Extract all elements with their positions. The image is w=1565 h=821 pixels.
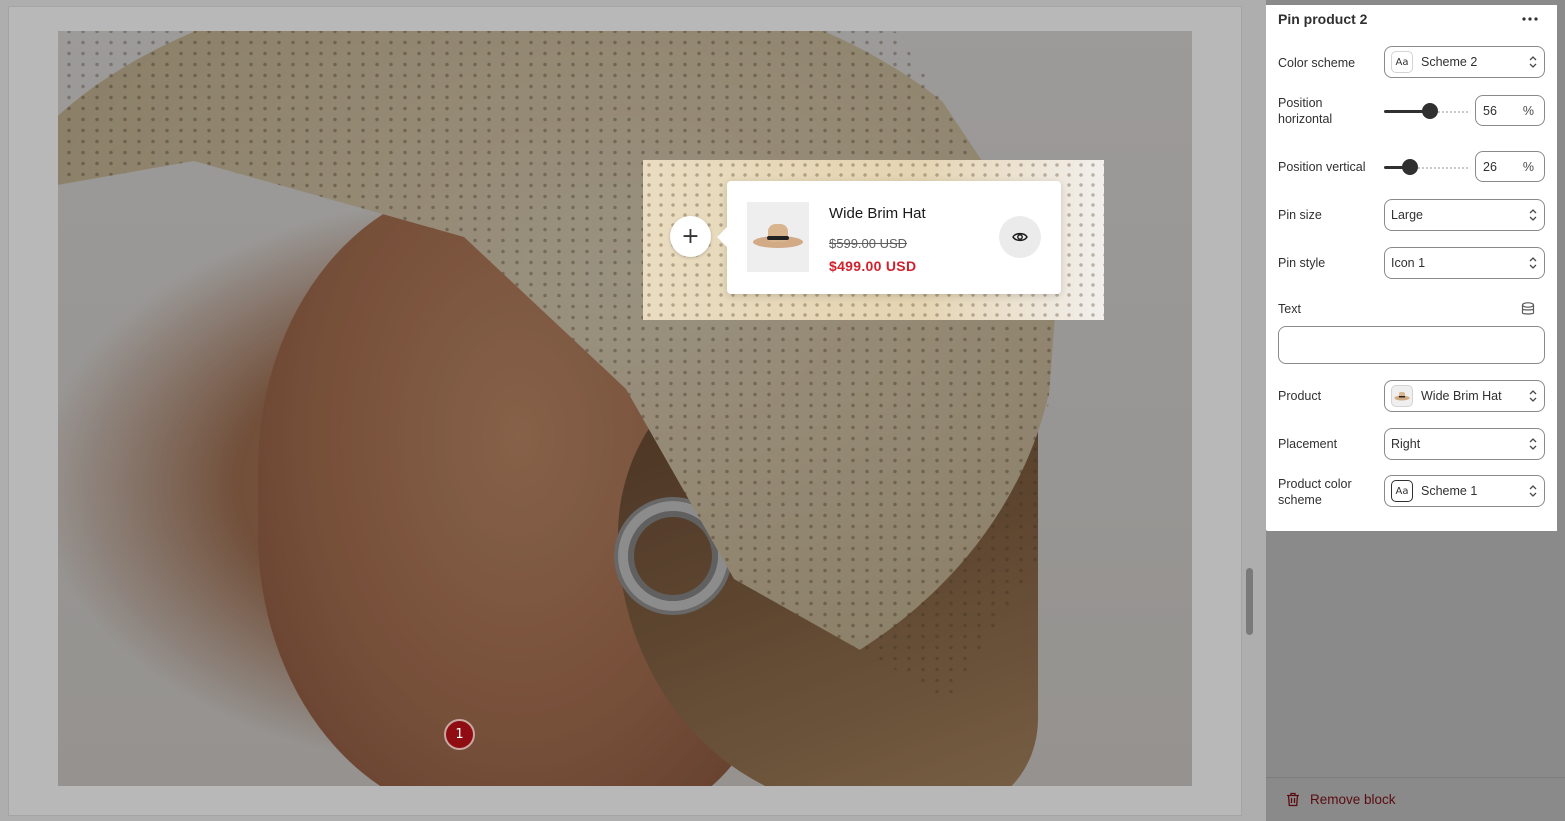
- percent-unit: %: [1522, 103, 1534, 118]
- block-settings-panel: Pin product 2 Color scheme Aa Scheme 2 P…: [1266, 5, 1557, 531]
- section-image[interactable]: [58, 31, 1192, 786]
- pin-style-label: Pin style: [1278, 256, 1326, 270]
- color-scheme-swatch-icon: Aa: [1391, 480, 1413, 502]
- placement-value: Right: [1391, 437, 1421, 451]
- preview-scrollbar-thumb[interactable]: [1246, 568, 1253, 635]
- hat-image: [753, 224, 803, 250]
- text-label: Text: [1278, 302, 1301, 316]
- preview-scrollbar[interactable]: [1243, 6, 1255, 816]
- preview-area: [0, 0, 1266, 821]
- compare-at-price: $599.00 USD: [829, 236, 908, 251]
- placement-select[interactable]: Right: [1384, 428, 1545, 460]
- color-scheme-select[interactable]: Aa Scheme 2: [1384, 46, 1545, 78]
- sale-price: $499.00 USD: [829, 258, 917, 274]
- chevron-up-down-icon: [1529, 438, 1537, 450]
- pin-number: 1: [455, 727, 464, 742]
- product-label: Product: [1278, 389, 1322, 403]
- quick-view-button[interactable]: [999, 216, 1041, 258]
- color-scheme-swatch-icon: Aa: [1391, 51, 1413, 73]
- pin-style-select[interactable]: Icon 1: [1384, 247, 1545, 279]
- position-horizontal-slider[interactable]: [1384, 102, 1468, 120]
- product-thumbnail[interactable]: [747, 202, 809, 272]
- slider-handle[interactable]: [1422, 103, 1438, 119]
- product-value: Wide Brim Hat: [1421, 389, 1502, 403]
- position-vertical-label: Position vertical: [1278, 160, 1366, 174]
- product-title[interactable]: Wide Brim Hat: [829, 205, 926, 222]
- panel-title: Pin product 2: [1278, 11, 1368, 27]
- slider-track: [1438, 111, 1468, 113]
- pin-size-label: Pin size: [1278, 208, 1322, 222]
- slider-track: [1418, 167, 1468, 169]
- trash-icon: [1287, 792, 1299, 807]
- pin-style-value: Icon 1: [1391, 256, 1426, 270]
- product-color-scheme-label: Product color scheme: [1278, 477, 1352, 507]
- position-horizontal-value: 56: [1483, 103, 1497, 118]
- slider-handle[interactable]: [1402, 159, 1418, 175]
- product-color-scheme-select[interactable]: Aa Scheme 1: [1384, 475, 1545, 507]
- more-actions-button[interactable]: [1517, 8, 1543, 30]
- database-icon[interactable]: [1520, 301, 1536, 317]
- position-vertical-input[interactable]: 26 %: [1475, 151, 1545, 182]
- product-thumbnail-icon: [1391, 385, 1413, 407]
- pin-size-select[interactable]: Large: [1384, 199, 1545, 231]
- color-scheme-value: Scheme 2: [1421, 55, 1478, 69]
- remove-block-button[interactable]: Remove block: [1286, 792, 1396, 807]
- chevron-up-down-icon: [1529, 390, 1537, 402]
- remove-block-footer: Remove block: [1266, 777, 1565, 821]
- product-color-scheme-value: Scheme 1: [1421, 484, 1478, 498]
- product-popup-card[interactable]: Wide Brim Hat $599.00 USD $499.00 USD: [717, 181, 1061, 294]
- remove-block-label: Remove block: [1310, 792, 1396, 807]
- more-horizontal-icon: [1522, 17, 1538, 21]
- text-input[interactable]: [1278, 326, 1545, 364]
- chevron-up-down-icon: [1529, 485, 1537, 497]
- position-horizontal-label: Position horizontal: [1278, 96, 1333, 126]
- placement-label: Placement: [1278, 437, 1338, 451]
- pin-marker-1[interactable]: 1: [444, 719, 475, 750]
- product-picker[interactable]: Wide Brim Hat: [1384, 380, 1545, 412]
- chevron-up-down-icon: [1529, 257, 1537, 269]
- pin-marker-2[interactable]: +: [670, 216, 711, 257]
- position-horizontal-input[interactable]: 56 %: [1475, 95, 1545, 126]
- color-scheme-label: Color scheme: [1278, 56, 1356, 70]
- position-vertical-value: 26: [1483, 159, 1497, 174]
- position-vertical-slider[interactable]: [1384, 158, 1468, 176]
- chevron-up-down-icon: [1529, 209, 1537, 221]
- chevron-up-down-icon: [1529, 56, 1537, 68]
- eye-icon: [1012, 232, 1028, 242]
- percent-unit: %: [1522, 159, 1534, 174]
- plus-icon: +: [681, 224, 700, 249]
- pin-size-value: Large: [1391, 208, 1423, 222]
